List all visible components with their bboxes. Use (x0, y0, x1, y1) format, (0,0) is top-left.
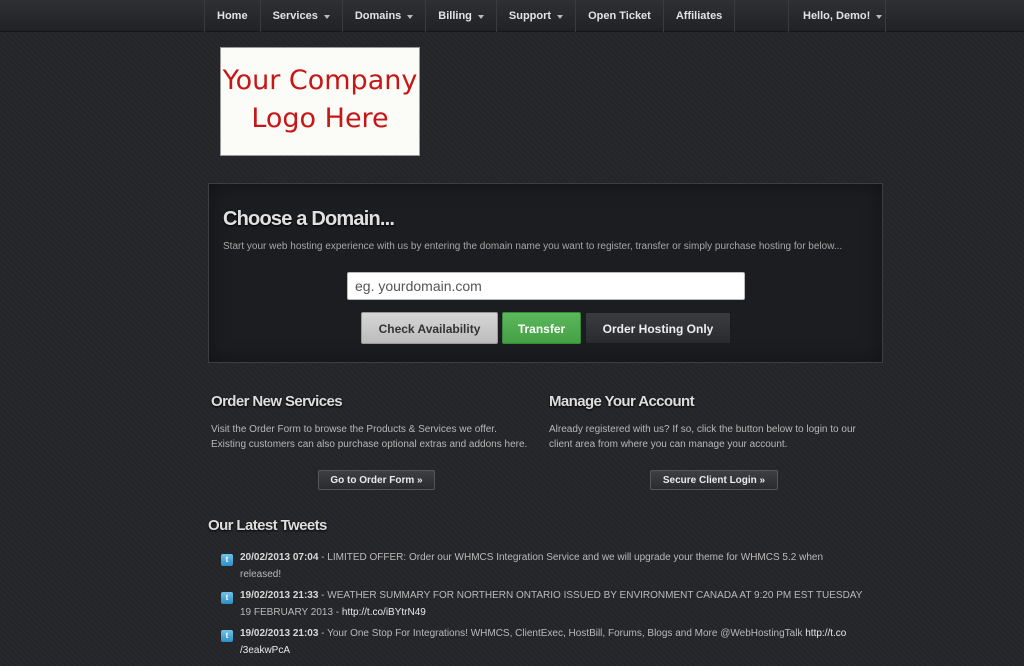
caret-down-icon (323, 14, 330, 19)
tweet-date: 19/02/2013 21:33 (240, 590, 319, 601)
nav-services[interactable]: Services (261, 0, 343, 32)
tweet-link-cont[interactable]: /3eakwPcA (240, 645, 290, 656)
company-logo[interactable]: Your Company Logo Here (220, 47, 420, 156)
order-services-text: Visit the Order Form to browse the Produ… (211, 422, 527, 452)
domain-panel-description: Start your web hosting experience with u… (223, 241, 843, 252)
order-services-text-line-1: Visit the Order Form to browse the Produ… (211, 424, 497, 435)
logo-line-2: Logo Here (251, 103, 389, 134)
twitter-icon: t (221, 554, 233, 566)
order-services-title: Order New Services (211, 393, 343, 410)
nav-open-ticket-label: Open Ticket (588, 9, 651, 22)
latest-tweets-title: Our Latest Tweets (208, 517, 327, 534)
manage-account-text-line-2: client area from where you can manage yo… (549, 439, 788, 450)
nav-affiliates-label: Affiliates (675, 9, 723, 22)
nav-support-label: Support (508, 9, 552, 22)
domain-action-buttons: Check Availability Transfer Order Hostin… (361, 312, 731, 344)
domain-panel-title: Choose a Domain... (223, 208, 395, 230)
manage-account-text-line-1: Already registered with us? If so, click… (549, 424, 856, 435)
user-menu: Hello, Demo! (788, 0, 886, 32)
nav-domains[interactable]: Domains (343, 0, 427, 32)
domain-search-panel: Choose a Domain... Start your web hostin… (208, 183, 883, 363)
order-hosting-only-button[interactable]: Order Hosting Only (585, 312, 731, 344)
top-navbar: Home Services Domains Billing Support Op… (0, 0, 1024, 32)
order-services-text-line-2: Existing customers can also purchase opt… (211, 439, 528, 450)
logo-line-1: Your Company (222, 65, 418, 96)
nav-open-ticket[interactable]: Open Ticket (576, 0, 664, 32)
nav-home-label: Home (217, 9, 248, 22)
domain-search-input[interactable] (347, 272, 745, 300)
caret-down-icon (876, 14, 883, 19)
tweet-link[interactable]: http://t.co/iBYtrN49 (342, 607, 426, 618)
tweet-text: - WEATHER SUMMARY FOR NORTHERN ONTARIO I… (318, 590, 863, 601)
nav-billing[interactable]: Billing (426, 0, 497, 32)
twitter-icon: t (221, 592, 233, 604)
nav-affiliates[interactable]: Affiliates (664, 0, 736, 32)
tweet-item: t 20/02/2013 07:04 - LIMITED OFFER: Orde… (221, 549, 871, 583)
caret-down-icon (477, 14, 484, 19)
tweet-date: 20/02/2013 07:04 (240, 552, 319, 563)
manage-account-text: Already registered with us? If so, click… (549, 422, 856, 452)
tweet-text-cont: 19 FEBRUARY 2013 - (240, 607, 342, 618)
caret-down-icon (557, 14, 564, 19)
tweet-text: - Your One Stop For Integrations! WHMCS,… (318, 628, 806, 639)
tweet-item: t 19/02/2013 21:03 - Your One Stop For I… (221, 625, 871, 659)
nav-billing-label: Billing (438, 9, 472, 22)
tweet-link[interactable]: http://t.co (805, 628, 846, 639)
user-greeting: Hello, Demo! (803, 9, 871, 22)
tweet-text: - LIMITED OFFER: Order our WHMCS Integra… (318, 552, 824, 563)
go-to-order-form-button[interactable]: Go to Order Form » (318, 470, 435, 490)
check-availability-button[interactable]: Check Availability (361, 312, 498, 344)
nav-home[interactable]: Home (205, 0, 261, 32)
transfer-button[interactable]: Transfer (502, 312, 581, 344)
tweet-text-cont: released! (240, 569, 282, 580)
caret-down-icon (407, 14, 414, 19)
user-menu-toggle[interactable]: Hello, Demo! (789, 0, 885, 32)
secure-client-login-button[interactable]: Secure Client Login » (650, 470, 778, 490)
nav-services-label: Services (272, 9, 318, 22)
tweet-date: 19/02/2013 21:03 (240, 628, 319, 639)
nav-support[interactable]: Support (497, 0, 577, 32)
tweet-item: t 19/02/2013 21:33 - WEATHER SUMMARY FOR… (221, 587, 871, 621)
nav-domains-label: Domains (354, 9, 402, 22)
manage-account-title: Manage Your Account (549, 393, 695, 410)
twitter-icon: t (221, 630, 233, 642)
main-nav: Home Services Domains Billing Support Op… (204, 0, 736, 32)
